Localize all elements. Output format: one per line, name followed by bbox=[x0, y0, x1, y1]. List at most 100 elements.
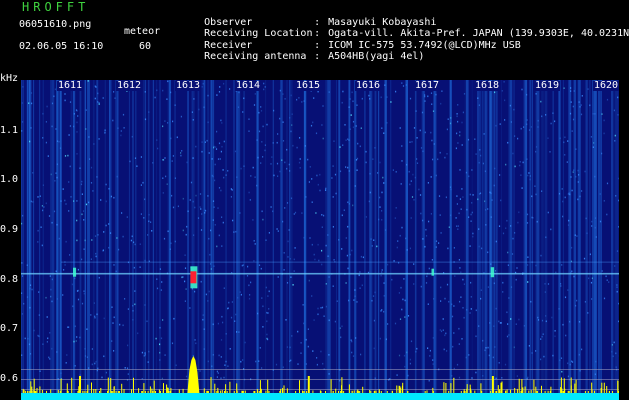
noise-speck bbox=[506, 219, 508, 222]
noise-speck bbox=[263, 88, 265, 91]
noise-speck bbox=[567, 224, 570, 226]
noise-speck bbox=[554, 330, 556, 332]
noise-speck bbox=[222, 169, 224, 171]
noise-speck bbox=[484, 200, 486, 203]
noise-streak bbox=[96, 80, 99, 400]
histogram-bar bbox=[225, 384, 227, 393]
noise-speck bbox=[239, 212, 241, 214]
noise-speck bbox=[580, 113, 583, 116]
noise-speck bbox=[236, 331, 238, 333]
noise-speck bbox=[74, 325, 76, 328]
observation-mode: meteor bbox=[124, 26, 161, 37]
noise-speck bbox=[134, 157, 137, 159]
noise-streak bbox=[156, 80, 158, 400]
noise-speck bbox=[470, 213, 472, 216]
noise-speck bbox=[248, 191, 250, 194]
noise-speck bbox=[332, 226, 334, 228]
noise-speck bbox=[456, 132, 458, 135]
histogram-spike bbox=[307, 376, 310, 393]
noise-speck bbox=[526, 222, 529, 224]
noise-speck bbox=[559, 137, 561, 140]
noise-speck bbox=[204, 209, 206, 212]
noise-speck bbox=[474, 138, 476, 140]
noise-speck bbox=[523, 325, 525, 327]
noise-speck bbox=[156, 287, 159, 290]
noise-speck bbox=[547, 211, 549, 214]
noise-speck bbox=[360, 255, 362, 258]
noise-speck bbox=[618, 302, 619, 305]
noise-speck bbox=[560, 283, 562, 285]
noise-speck bbox=[284, 98, 286, 100]
noise-speck bbox=[440, 286, 442, 289]
histogram-bar bbox=[66, 383, 68, 393]
noise-speck bbox=[207, 121, 209, 124]
file-name: 06051610.png bbox=[19, 19, 92, 30]
noise-speck bbox=[521, 187, 523, 189]
noise-streak bbox=[435, 80, 437, 400]
histogram-bar bbox=[133, 377, 134, 393]
noise-streak bbox=[484, 80, 488, 400]
noise-speck bbox=[105, 183, 107, 186]
noise-speck bbox=[541, 115, 543, 118]
noise-speck bbox=[30, 92, 33, 94]
noise-streak bbox=[132, 80, 134, 400]
noise-streak bbox=[327, 80, 331, 400]
noise-speck bbox=[603, 200, 605, 202]
noise-speck bbox=[345, 139, 347, 141]
noise-speck bbox=[376, 245, 378, 248]
noise-speck bbox=[427, 182, 429, 184]
noise-speck bbox=[327, 234, 329, 236]
noise-speck bbox=[339, 170, 342, 173]
noise-speck bbox=[564, 154, 566, 156]
histogram-bar bbox=[242, 390, 243, 393]
noise-speck bbox=[120, 130, 122, 132]
noise-speck bbox=[111, 340, 113, 342]
histogram-bar bbox=[490, 391, 492, 393]
noise-speck bbox=[472, 235, 474, 238]
noise-streak bbox=[336, 80, 337, 400]
noise-speck bbox=[53, 210, 56, 213]
histogram-bar bbox=[495, 391, 497, 393]
noise-speck bbox=[218, 354, 220, 357]
noise-speck bbox=[432, 359, 434, 361]
noise-speck bbox=[475, 335, 477, 338]
carrier-line bbox=[21, 272, 619, 275]
noise-speck bbox=[408, 170, 410, 173]
noise-speck bbox=[594, 373, 596, 376]
noise-speck bbox=[569, 320, 571, 323]
noise-speck bbox=[21, 354, 23, 356]
noise-speck bbox=[383, 310, 385, 313]
noise-speck bbox=[401, 226, 403, 229]
noise-speck bbox=[184, 267, 187, 269]
histogram-bar bbox=[244, 390, 246, 393]
noise-speck bbox=[45, 202, 47, 205]
noise-speck bbox=[618, 320, 619, 323]
noise-speck bbox=[409, 358, 411, 361]
noise-speck bbox=[163, 159, 165, 161]
noise-speck bbox=[202, 82, 204, 85]
noise-speck bbox=[134, 243, 136, 246]
noise-speck bbox=[229, 348, 231, 350]
noise-speck bbox=[409, 362, 411, 365]
noise-speck bbox=[225, 174, 227, 176]
noise-speck bbox=[32, 172, 34, 174]
noise-speck bbox=[447, 118, 449, 120]
noise-speck bbox=[174, 240, 176, 243]
noise-speck bbox=[492, 356, 494, 359]
noise-speck bbox=[518, 211, 520, 214]
noise-speck bbox=[569, 363, 571, 366]
noise-speck bbox=[156, 139, 158, 141]
noise-speck bbox=[95, 86, 97, 88]
noise-speck bbox=[570, 101, 572, 103]
noise-speck bbox=[419, 194, 422, 196]
noise-speck bbox=[259, 347, 261, 349]
noise-speck bbox=[587, 88, 589, 90]
noise-streak bbox=[243, 80, 245, 400]
noise-speck bbox=[221, 216, 223, 218]
noise-speck bbox=[180, 154, 182, 157]
noise-speck bbox=[182, 197, 184, 200]
noise-speck bbox=[162, 319, 164, 321]
noise-speck bbox=[511, 253, 514, 255]
noise-speck bbox=[494, 91, 496, 94]
noise-speck bbox=[225, 360, 227, 363]
